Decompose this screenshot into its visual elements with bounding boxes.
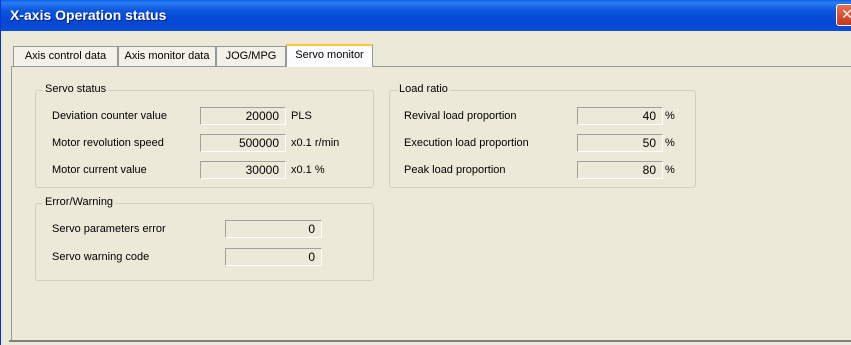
tab-axis-control-data[interactable]: Axis control data xyxy=(13,46,118,66)
deviation-counter-label: Deviation counter value xyxy=(52,110,167,122)
revival-load-unit: % xyxy=(665,110,675,122)
error-warning-title: Error/Warning xyxy=(43,196,116,208)
revival-load-label: Revival load proportion xyxy=(404,110,517,122)
tab-jog-mpg[interactable]: JOG/MPG xyxy=(216,46,286,66)
servo-parameters-error-value: 0 xyxy=(225,220,322,238)
operation-status-window: X-axis Operation status ✕ Axis control d… xyxy=(0,0,851,345)
execution-load-value: 50 xyxy=(577,134,663,152)
motor-current-value: 30000 xyxy=(200,161,286,179)
motor-speed-label: Motor revolution speed xyxy=(52,137,164,149)
error-warning-group: Error/Warning xyxy=(35,196,374,281)
window-bottom-edge xyxy=(9,340,851,342)
servo-warning-code-value: 0 xyxy=(225,248,322,266)
motor-speed-value: 500000 xyxy=(200,134,286,152)
title-bar[interactable]: X-axis Operation status ✕ xyxy=(1,0,851,31)
deviation-counter-unit: PLS xyxy=(291,110,312,122)
motor-speed-unit: x0.1 r/min xyxy=(291,137,340,149)
motor-current-label: Motor current value xyxy=(52,164,147,176)
deviation-counter-value: 20000 xyxy=(200,107,286,125)
close-button[interactable]: ✕ xyxy=(836,4,851,26)
tab-servo-monitor[interactable]: Servo monitor xyxy=(286,44,373,67)
servo-parameters-error-label: Servo parameters error xyxy=(52,223,166,235)
revival-load-value: 40 xyxy=(577,107,663,125)
peak-load-label: Peak load proportion xyxy=(404,164,506,176)
peak-load-unit: % xyxy=(665,164,675,176)
tab-axis-monitor-data[interactable]: Axis monitor data xyxy=(118,46,216,66)
motor-current-unit: x0.1 % xyxy=(291,164,325,176)
execution-load-unit: % xyxy=(665,137,675,149)
load-ratio-title: Load ratio xyxy=(397,83,450,95)
close-icon: ✕ xyxy=(841,6,851,22)
window-title: X-axis Operation status xyxy=(10,7,167,23)
execution-load-label: Execution load proportion xyxy=(404,137,529,149)
servo-status-title: Servo status xyxy=(43,83,109,95)
peak-load-value: 80 xyxy=(577,161,663,179)
servo-warning-code-label: Servo warning code xyxy=(52,251,150,263)
